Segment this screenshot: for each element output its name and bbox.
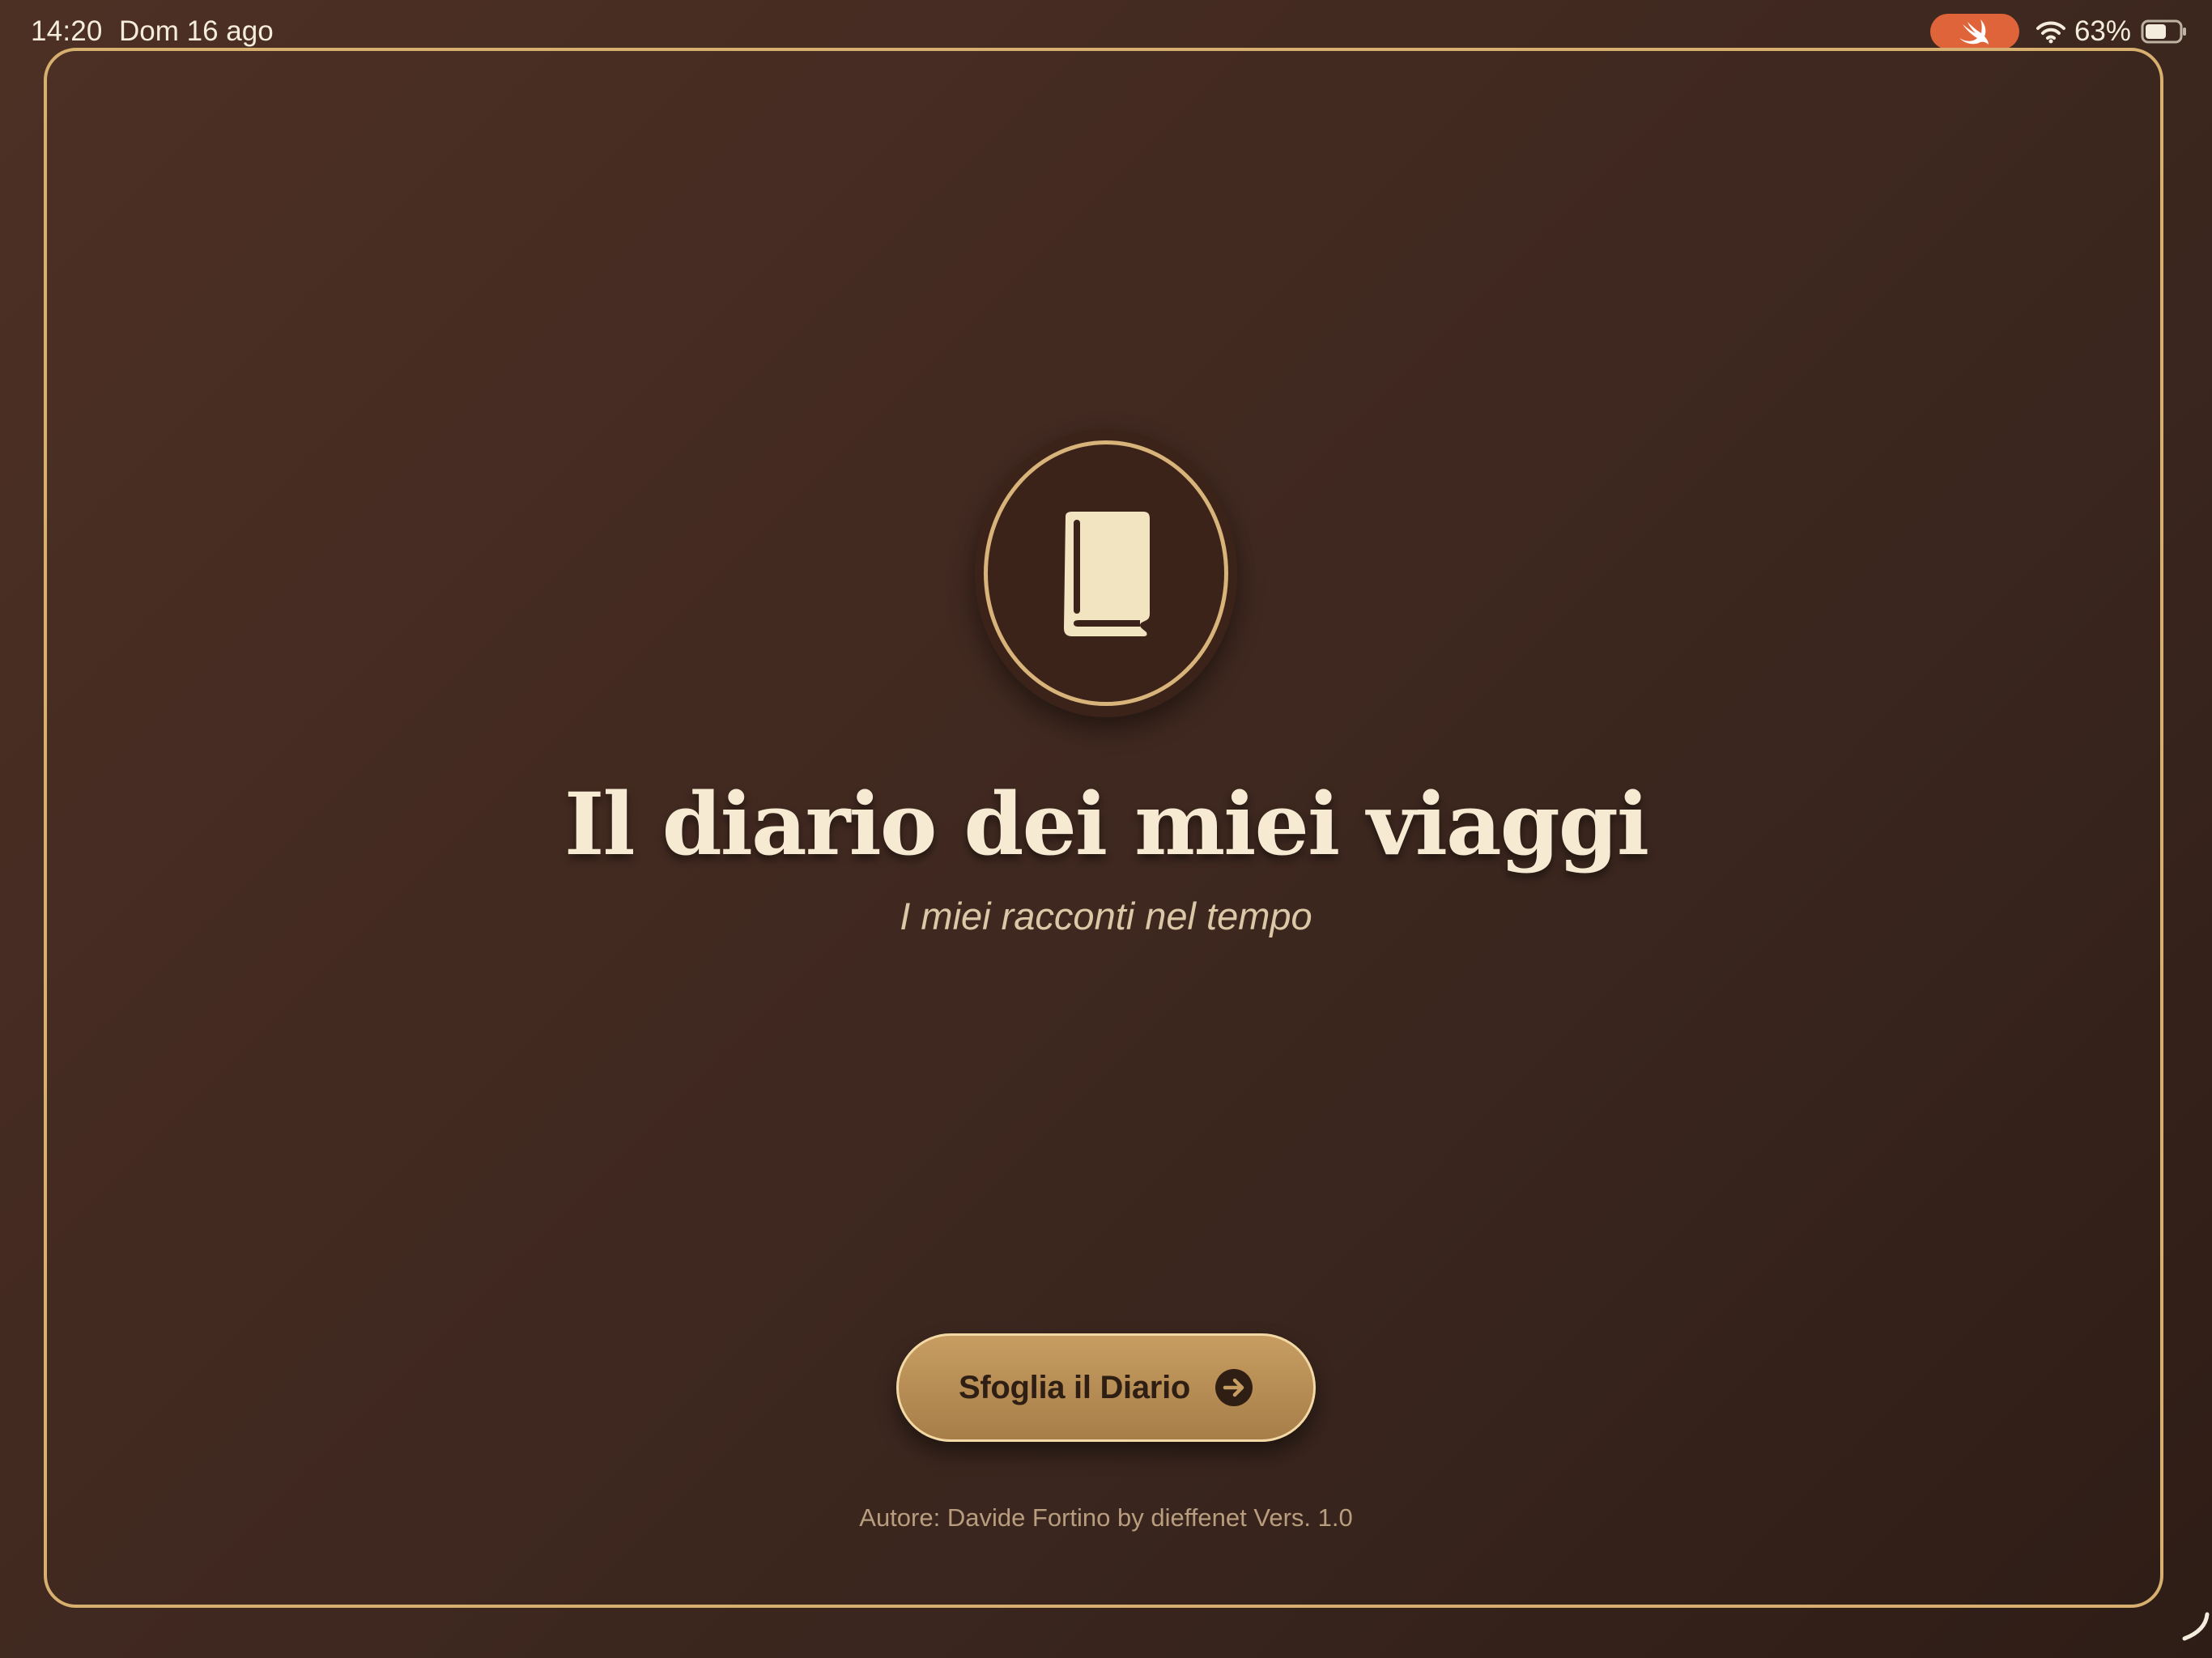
swift-icon <box>1959 19 1989 45</box>
book-icon <box>1064 512 1150 636</box>
page-title: Il diario dei miei viaggi <box>564 773 1649 874</box>
swift-app-pill[interactable] <box>1929 14 2019 49</box>
arrow-right-circle-icon <box>1215 1369 1253 1406</box>
browse-diary-label: Sfoglia il Diario <box>958 1369 1191 1405</box>
browse-diary-button[interactable]: Sfoglia il Diario <box>896 1333 1316 1442</box>
wifi-icon <box>2035 19 2066 44</box>
status-date: Dom 16 ago <box>119 15 274 47</box>
battery-percent: 63% <box>2074 15 2131 47</box>
page-subtitle: I miei racconti nel tempo <box>900 895 1312 937</box>
battery-icon <box>2141 19 2188 44</box>
author-credits: Autore: Davide Fortino by dieffenet Vers… <box>859 1503 1353 1532</box>
book-emblem <box>975 429 1237 717</box>
resize-corner-icon[interactable] <box>2178 1611 2210 1643</box>
status-time: 14:20 <box>31 15 103 47</box>
status-indicators: 63% <box>1929 11 2188 52</box>
